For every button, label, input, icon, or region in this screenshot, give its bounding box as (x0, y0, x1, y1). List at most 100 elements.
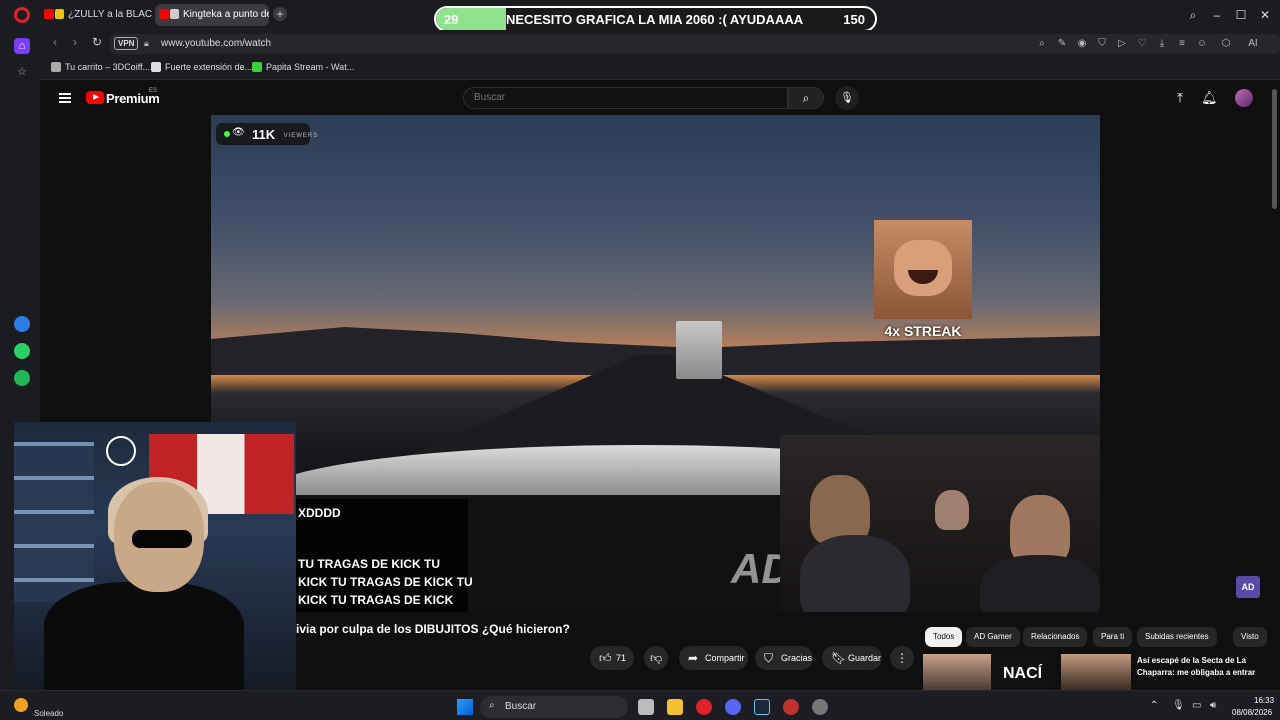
settings-gear-icon[interactable] (812, 699, 828, 715)
menu-icon[interactable]: ≡ (1176, 38, 1188, 49)
tab-title: ¿ZULLY a la BLACKLIST (68, 9, 152, 20)
save-button[interactable]: 🔖︎ Guardar (822, 646, 882, 670)
maximize-button[interactable]: ☐ (1234, 8, 1248, 22)
volume-icon[interactable]: 🔊︎ (1210, 700, 1216, 711)
windows-taskbar: Soleado ⌕ Buscar ⌃ 🎙︎ ▭ 🔊︎ 16:33 08/08/2… (0, 690, 1280, 720)
spotify-icon[interactable] (14, 370, 30, 386)
page-scrollbar[interactable] (1270, 81, 1280, 690)
download-icon[interactable]: ⤓ (1156, 38, 1168, 49)
recommendation-thumbnail[interactable] (923, 654, 991, 690)
dislike-button[interactable]: 👎︎ (644, 646, 668, 670)
camera-icon[interactable]: ◉ (1076, 38, 1088, 49)
clock-time[interactable]: 16:33 (1254, 696, 1274, 705)
youtube-logo-icon[interactable] (86, 91, 104, 104)
region-code: ES (149, 88, 158, 94)
vpn-badge[interactable]: VPN (114, 37, 139, 50)
clock-date[interactable]: 08/08/2026 (1232, 708, 1272, 717)
forward-icon[interactable]: › (68, 35, 82, 49)
reload-icon[interactable]: ↻ (90, 35, 104, 49)
like-button[interactable]: 👍︎ 71 (590, 646, 634, 670)
poll-question: NECESITO GRAFICA LA MIA 2060 :( AYUDAAAA (506, 12, 804, 27)
close-button[interactable]: ✕ (1258, 8, 1272, 22)
browser-tab-2-active[interactable]: Kingteka a punto de C (155, 4, 269, 26)
bookmark-icon: 🔖︎ (831, 651, 847, 665)
play-icon[interactable]: ▷ (1116, 38, 1128, 49)
bookmark-label: Tu carrito – 3DCoiff... (65, 62, 151, 72)
weather-sun-icon[interactable] (14, 698, 28, 712)
ai-button[interactable]: AI (1242, 38, 1264, 49)
filter-chip[interactable]: AD Gamer (966, 627, 1020, 647)
poll-right-count: 150 (843, 12, 865, 27)
back-icon[interactable]: ‹ (48, 35, 62, 49)
streamer-webcam-overlay (14, 422, 296, 690)
browser-search-icon[interactable]: ⌕ (1186, 8, 1200, 22)
search-page-icon[interactable]: ⌕ (1036, 38, 1048, 49)
opera-logo-icon[interactable] (14, 7, 30, 23)
youtube-favicon-icon (44, 9, 54, 19)
notifications-bell-icon[interactable]: 🔔︎ (1201, 90, 1218, 106)
shield-icon[interactable]: ⛉ (1096, 38, 1108, 49)
extensions-icon[interactable]: ⬡ (1220, 38, 1232, 49)
microphone-tray-icon[interactable]: 🎙︎ (1172, 700, 1185, 711)
youtube-search-box[interactable] (463, 87, 788, 109)
youtube-search-input[interactable] (474, 92, 774, 103)
bookmarks-bar: Tu carrito – 3DCoiff... Fuerte extensión… (40, 56, 1280, 80)
star-icon[interactable]: ☆ (14, 64, 30, 80)
microphone-icon[interactable]: 🎙︎ (835, 86, 859, 110)
webcam-shelf (14, 442, 94, 602)
edit-icon[interactable]: ✎ (1056, 38, 1068, 49)
opera-taskbar-icon[interactable] (696, 699, 712, 715)
messenger-icon[interactable] (14, 316, 30, 332)
thanks-button[interactable]: ⛉ Gracias (755, 646, 813, 670)
filter-chip[interactable]: Visto (1233, 627, 1267, 647)
app-icon[interactable] (783, 699, 799, 715)
url-field[interactable]: VPN 🔒︎ www.youtube.com/watch ⌕ ✎ ◉ ⛉ ▷ ♡… (110, 34, 1280, 54)
viewers-label: VIEWERS (283, 133, 319, 139)
profile-icon[interactable]: ☺ (1196, 38, 1208, 49)
more-actions-button[interactable]: ⋮ (890, 646, 914, 670)
weather-label[interactable]: Soleado (34, 709, 63, 718)
bookmark-favicon-icon (51, 62, 61, 72)
task-view-icon[interactable] (638, 699, 654, 715)
chat-message: KICK TU TRAGAS DE KICK TU (298, 575, 473, 589)
filter-chip[interactable]: Relacionados (1023, 627, 1088, 647)
folder-favicon-icon (55, 9, 64, 19)
url-text[interactable]: www.youtube.com/watch (161, 38, 271, 49)
upload-icon[interactable]: ⤒ (1172, 90, 1188, 106)
chevron-up-icon[interactable]: ⌃ (1150, 700, 1158, 711)
filter-chip[interactable]: Para ti (1093, 627, 1133, 647)
video-player[interactable]: AD 👁︎ 11K VIEWERS 4x STREAK XDDDD TU TRA… (211, 115, 1100, 612)
lock-icon[interactable]: 🔒︎ (144, 38, 152, 48)
youtube-favicon-icon (159, 9, 169, 19)
home-icon[interactable]: ⌂ (14, 38, 30, 54)
heart-icon[interactable]: ♡ (1136, 38, 1148, 49)
whatsapp-icon[interactable] (14, 343, 30, 359)
search-button[interactable]: ⌕ (788, 87, 824, 109)
share-button[interactable]: ➦ Compartir (679, 646, 748, 670)
bookmark-item[interactable]: Tu carrito – 3DCoiff... (51, 62, 150, 72)
speaker-icon (170, 9, 179, 19)
poll-left-count: 29 (444, 12, 459, 27)
file-explorer-icon[interactable] (667, 699, 683, 715)
discord-icon[interactable] (725, 699, 741, 715)
channel-corner-logo[interactable]: AD (1236, 576, 1260, 598)
browser-tab-1[interactable]: ¿ZULLY a la BLACKLIST (40, 4, 152, 26)
scrollbar-thumb[interactable] (1272, 89, 1277, 209)
network-icon[interactable]: ▭ (1192, 700, 1201, 711)
chat-message: KICK TU TRAGAS DE KICK (298, 593, 454, 607)
taskbar-search-box[interactable]: ⌕ Buscar (480, 696, 628, 718)
bookmark-item[interactable]: Fuerte extensión de... (151, 62, 252, 72)
filter-chip[interactable]: Subidas recientes (1137, 627, 1217, 647)
filter-chip-all[interactable]: Todos (925, 627, 963, 647)
bookmark-item[interactable]: Papita Stream - Wat... (252, 62, 354, 72)
recommendation-thumbnail-right[interactable] (1061, 654, 1131, 690)
recommendation-title[interactable]: Así escapé de la Secta de La Chaparra: m… (1137, 655, 1267, 679)
person-passenger-body (980, 555, 1100, 612)
user-avatar[interactable] (1235, 89, 1253, 107)
hamburger-menu-icon[interactable] (59, 93, 71, 103)
minimize-button[interactable]: – (1210, 8, 1224, 22)
thumbnail-text: NACÍ (1003, 665, 1043, 682)
windows-start-icon[interactable] (457, 699, 473, 715)
steam-icon[interactable] (754, 699, 770, 715)
new-tab-button[interactable]: + (273, 7, 287, 21)
